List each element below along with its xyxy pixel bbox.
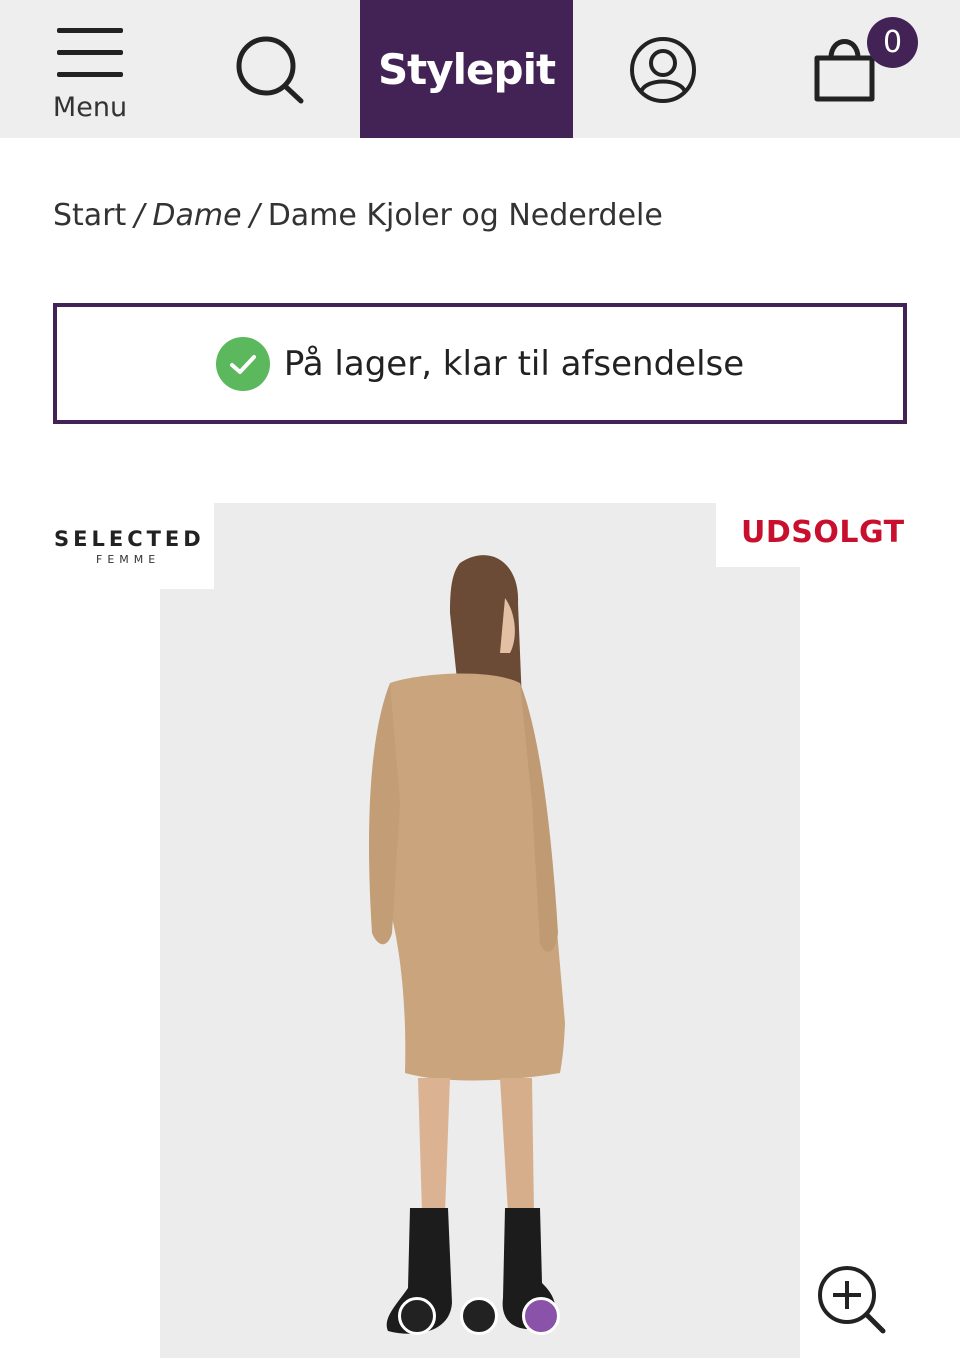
image-pagination <box>398 1297 562 1337</box>
image-dot-3-active[interactable] <box>522 1297 560 1335</box>
product-image[interactable] <box>160 503 800 1358</box>
brand-name: SELECTED <box>54 527 205 551</box>
image-dot-2[interactable] <box>460 1297 498 1335</box>
stylepit-logo[interactable]: Stylepit <box>360 0 573 138</box>
model-photo <box>369 555 565 1334</box>
search-icon <box>236 36 304 104</box>
brand-subline: FEMME <box>96 553 161 566</box>
breadcrumb-separator: / <box>134 198 145 233</box>
zoom-button[interactable] <box>814 1262 890 1338</box>
user-icon <box>630 37 696 103</box>
breadcrumb: Start / Dame / Dame Kjoler og Nederdele <box>53 198 663 233</box>
stock-status-box: På lager, klar til afsendelse <box>53 303 907 424</box>
breadcrumb-separator: / <box>249 198 260 233</box>
hamburger-icon <box>57 28 123 80</box>
brand-logo[interactable]: SELECTED FEMME <box>40 503 214 589</box>
breadcrumb-dame[interactable]: Dame <box>152 198 241 233</box>
breadcrumb-current[interactable]: Dame Kjoler og Nederdele <box>268 198 663 233</box>
soldout-badge: UDSOLGT <box>716 503 916 567</box>
menu-label: Menu <box>52 92 128 123</box>
soldout-text: UDSOLGT <box>741 515 905 550</box>
logo-text: Stylepit <box>377 44 556 94</box>
search-button[interactable] <box>230 30 310 110</box>
zoom-in-icon <box>818 1266 886 1334</box>
account-button[interactable] <box>625 32 701 108</box>
menu-button[interactable]: Menu <box>40 20 140 130</box>
cart-count-badge: 0 <box>867 17 918 68</box>
top-header: Menu Stylepit 0 <box>0 0 960 138</box>
image-dot-1[interactable] <box>398 1297 436 1335</box>
breadcrumb-start[interactable]: Start <box>53 198 126 233</box>
check-icon <box>215 336 270 391</box>
stock-status-text: På lager, klar til afsendelse <box>283 343 745 384</box>
